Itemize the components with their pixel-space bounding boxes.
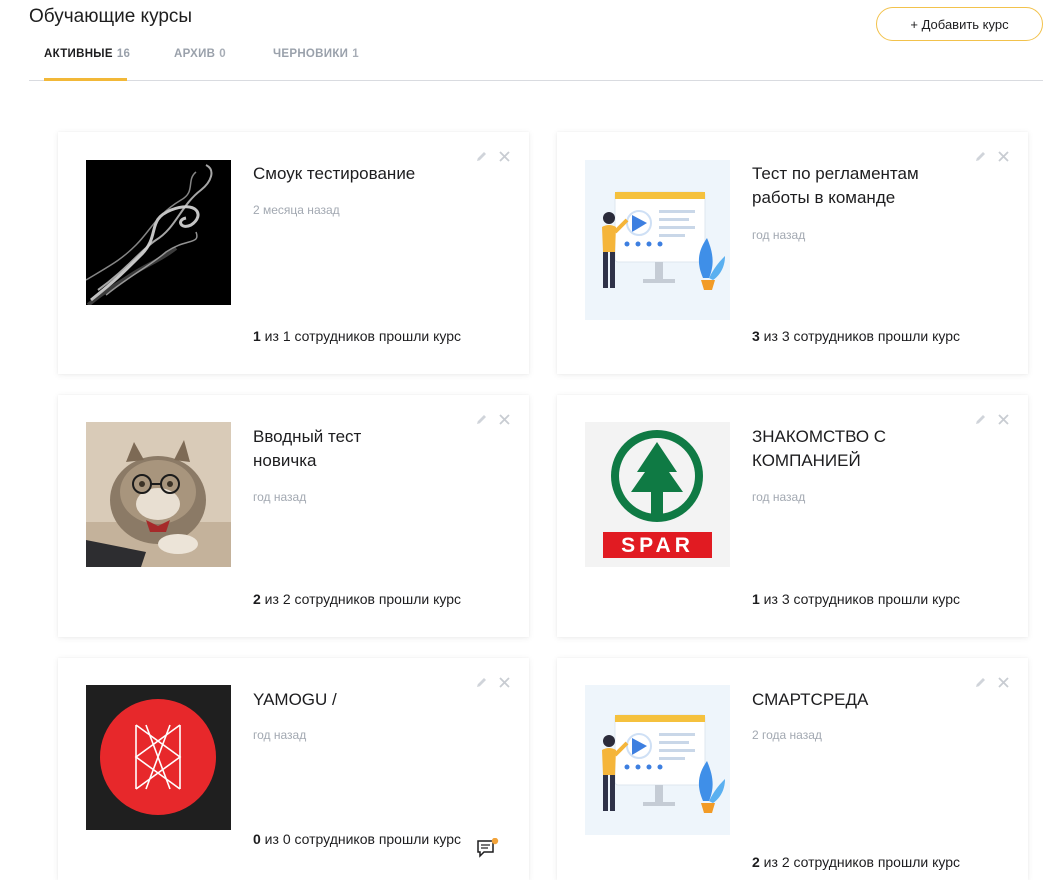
cat-glasses-photo (86, 422, 231, 567)
add-course-button[interactable]: + Добавить курс (876, 7, 1043, 41)
notification-dot (491, 837, 499, 845)
passed-count: 1 (752, 591, 760, 607)
course-progress: 1 из 3 сотрудников прошли курс (752, 588, 992, 611)
tab-count: 16 (116, 48, 131, 60)
card-actions (974, 413, 1010, 426)
card-actions (475, 413, 511, 426)
progress-text: из 3 сотрудников прошли курс (759, 328, 960, 344)
edit-icon[interactable] (974, 150, 987, 163)
passed-count: 1 (253, 328, 261, 344)
tab-active[interactable]: АКТИВНЫЕ 16 (44, 48, 131, 81)
course-title[interactable]: Вводный тест новичка (253, 425, 403, 473)
smoke-image (86, 160, 231, 305)
tab-count: 1 (352, 48, 359, 60)
yamogu-logo (86, 685, 231, 830)
close-icon[interactable] (997, 150, 1010, 163)
course-date: год назад (253, 490, 307, 504)
passed-count: 2 (253, 591, 261, 607)
edit-icon[interactable] (475, 150, 488, 163)
passed-count: 2 (752, 854, 760, 870)
close-icon[interactable] (997, 413, 1010, 426)
progress-text: из 3 сотрудников прошли курс (759, 591, 960, 607)
progress-text: из 0 сотрудников прошли курс (260, 831, 461, 847)
tab-drafts[interactable]: ЧЕРНОВИКИ 1 (273, 48, 359, 81)
edit-icon[interactable] (475, 676, 488, 689)
course-title[interactable]: YAMOGU / (253, 688, 468, 712)
course-card[interactable]: Тест по регламентам работы в команде год… (557, 132, 1028, 374)
presentation-illustration (585, 160, 730, 320)
course-date: 2 года назад (752, 728, 822, 742)
course-date: год назад (253, 728, 307, 742)
tab-label: АРХИВ (174, 48, 216, 60)
progress-text: из 2 сотрудников прошли курс (260, 591, 461, 607)
course-title[interactable]: Тест по регламентам работы в команде (752, 162, 967, 210)
card-actions (475, 676, 511, 689)
spar-logo: SPAR (585, 422, 730, 567)
course-card[interactable]: SPAR ЗНАКОМСТВО С КОМПАНИЕЙ год назад 1 … (557, 395, 1028, 637)
course-progress: 0 из 0 сотрудников прошли курс (253, 828, 463, 851)
close-icon[interactable] (498, 150, 511, 163)
course-card[interactable]: YAMOGU / год назад 0 из 0 сотрудников пр… (58, 658, 529, 880)
course-progress: 3 из 3 сотрудников прошли курс (752, 325, 992, 348)
course-card[interactable]: СМАРТСРЕДА 2 года назад 2 из 2 сотрудник… (557, 658, 1028, 880)
course-title[interactable]: СМАРТСРЕДА (752, 688, 967, 712)
edit-icon[interactable] (974, 676, 987, 689)
card-actions (974, 676, 1010, 689)
course-date: 2 месяца назад (253, 203, 340, 217)
course-progress: 2 из 2 сотрудников прошли курс (253, 588, 493, 611)
course-date: год назад (752, 490, 806, 504)
close-icon[interactable] (498, 413, 511, 426)
course-card[interactable]: Вводный тест новичка год назад 2 из 2 со… (58, 395, 529, 637)
presentation-illustration (585, 685, 730, 835)
course-tabs: АКТИВНЫЕ 16 АРХИВ 0 ЧЕРНОВИКИ 1 (29, 40, 1043, 81)
card-actions (974, 150, 1010, 163)
close-icon[interactable] (498, 676, 511, 689)
course-progress: 2 из 2 сотрудников прошли курс (752, 851, 992, 874)
passed-count: 3 (752, 328, 760, 344)
course-date: год назад (752, 228, 806, 242)
course-title[interactable]: ЗНАКОМСТВО С КОМПАНИЕЙ (752, 425, 922, 473)
course-title[interactable]: Смоук тестирование (253, 162, 468, 186)
card-actions (475, 150, 511, 163)
tab-label: ЧЕРНОВИКИ (273, 48, 349, 60)
tab-count: 0 (219, 48, 226, 60)
progress-text: из 1 сотрудников прошли курс (260, 328, 461, 344)
edit-icon[interactable] (974, 413, 987, 426)
close-icon[interactable] (997, 676, 1010, 689)
tab-archive[interactable]: АРХИВ 0 (174, 48, 226, 81)
page-title: Обучающие курсы (29, 6, 193, 27)
comment-icon[interactable] (476, 837, 500, 860)
progress-text: из 2 сотрудников прошли курс (759, 854, 960, 870)
edit-icon[interactable] (475, 413, 488, 426)
course-card[interactable]: Смоук тестирование 2 месяца назад 1 из 1… (58, 132, 529, 374)
passed-count: 0 (253, 831, 261, 847)
course-progress: 1 из 1 сотрудников прошли курс (253, 325, 493, 348)
spar-logo-text: SPAR (621, 534, 694, 557)
tab-label: АКТИВНЫЕ (44, 48, 113, 60)
